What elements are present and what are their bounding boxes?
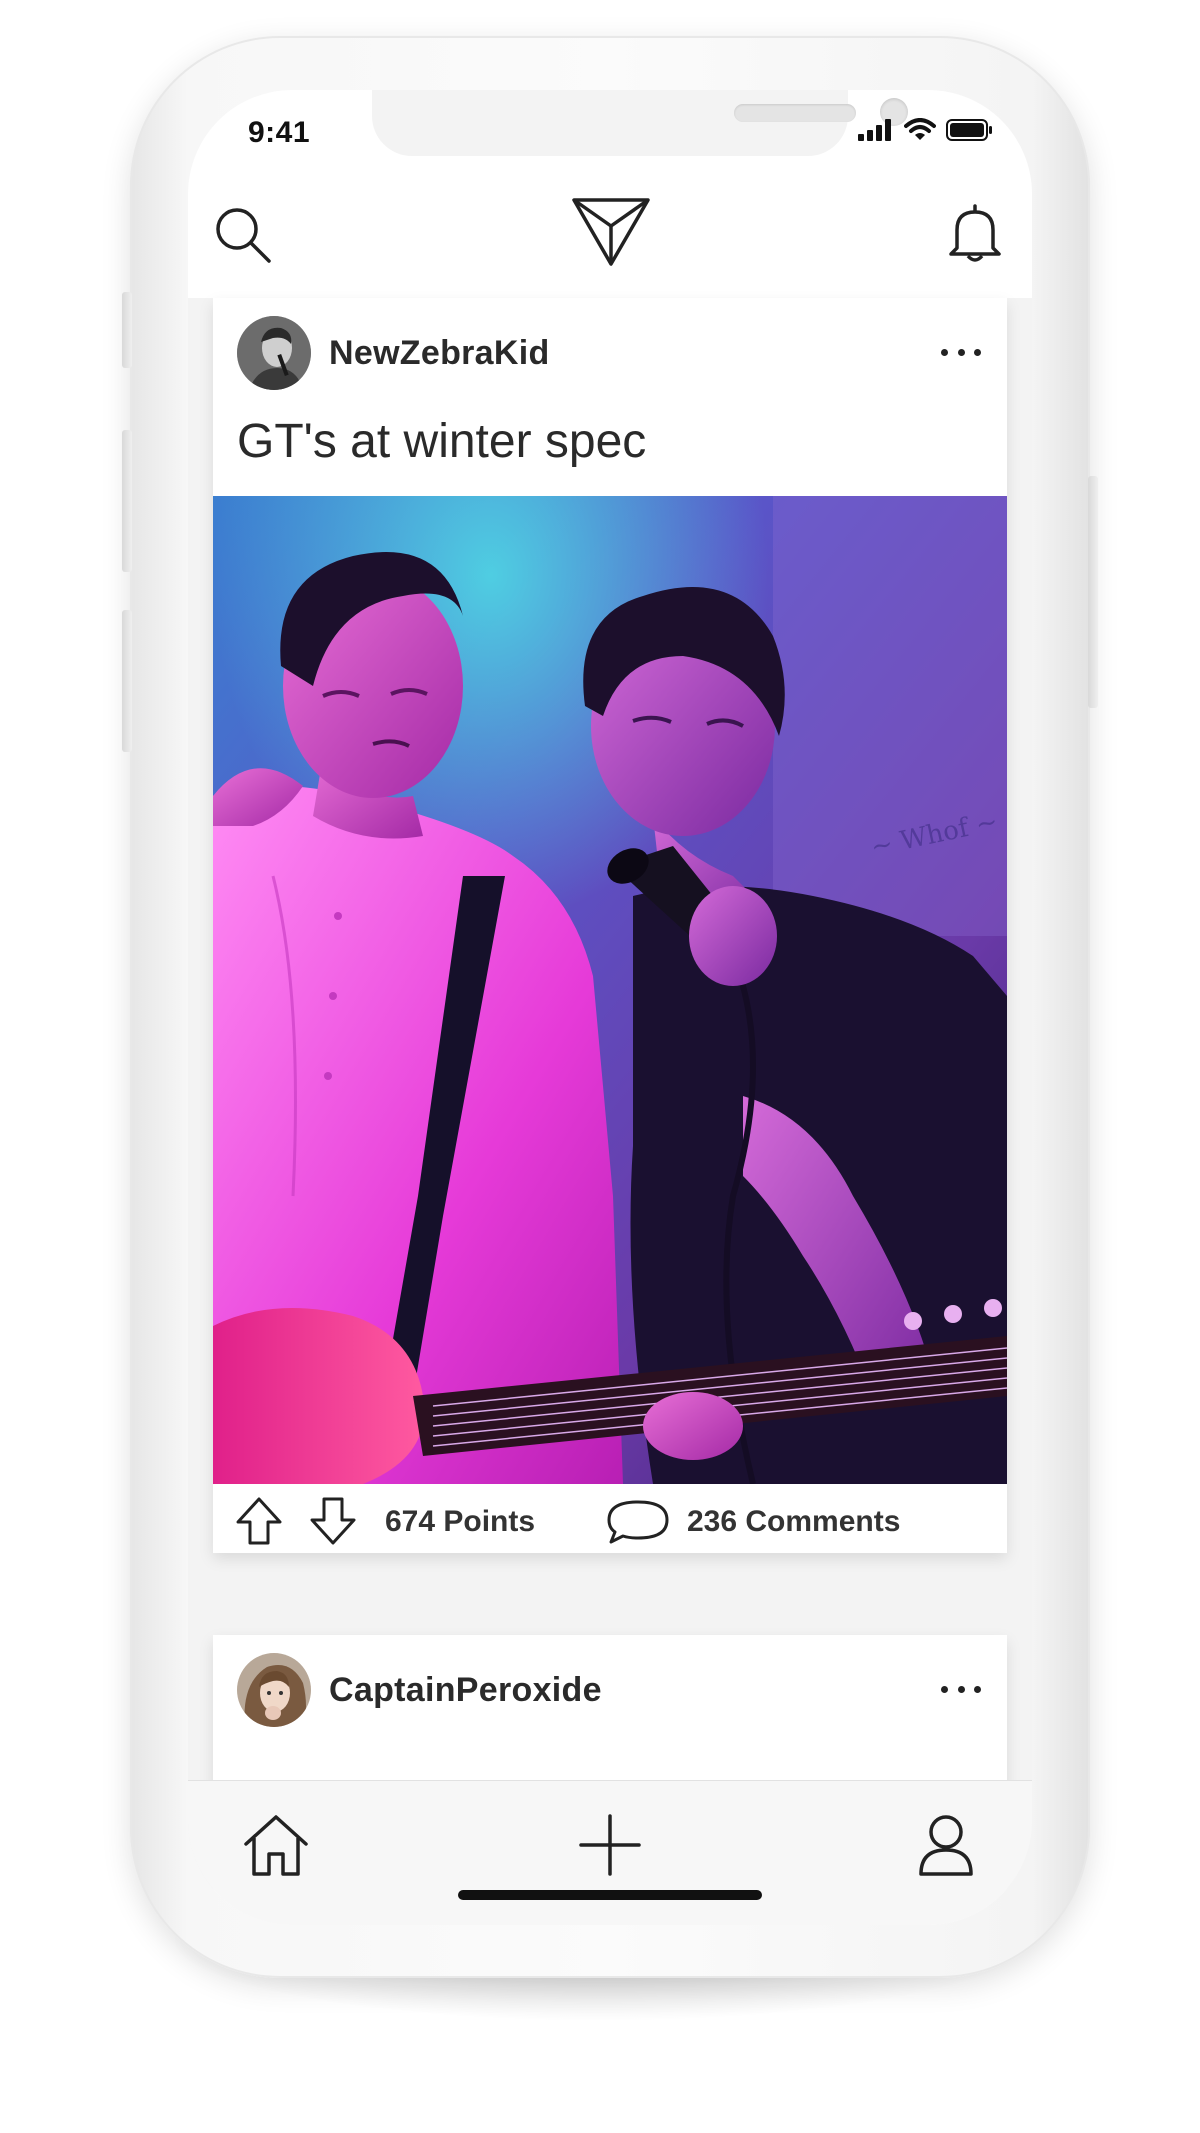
bell-icon [949, 204, 1001, 262]
post-username[interactable]: CaptainPeroxide [329, 1671, 602, 1710]
post-header: CaptainPeroxide [213, 1635, 1007, 1735]
comments-label: 236 Comments [687, 1505, 901, 1538]
top-nav-bar [188, 176, 1032, 298]
bottom-tab-bar [188, 1780, 1032, 1925]
device-mockup: 9:41 NewZebraKid GT's at winter spec ~ W… [0, 0, 1200, 2133]
triangle-logo-icon [572, 198, 650, 266]
logo-button[interactable] [570, 194, 652, 270]
avatar-photo [237, 316, 311, 390]
downvote-button[interactable] [309, 1496, 357, 1546]
comments-button[interactable]: 236 Comments [605, 1498, 900, 1546]
battery-icon [946, 119, 992, 141]
plus-icon [579, 1814, 641, 1876]
arrow-down-icon [310, 1497, 356, 1545]
post-card: NewZebraKid GT's at winter spec ~ Whof ~… [213, 298, 1007, 1553]
points-count: 674 Points [385, 1502, 535, 1542]
notifications-button[interactable] [940, 198, 1010, 268]
avatar[interactable] [237, 316, 311, 390]
tab-profile[interactable] [906, 1805, 986, 1885]
post-username[interactable]: NewZebraKid [329, 334, 550, 373]
arrow-up-icon [236, 1497, 282, 1545]
volume-up-button [122, 430, 132, 572]
status-bar: 9:41 [188, 90, 1032, 176]
wifi-icon [904, 118, 936, 140]
earpiece-speaker [734, 104, 856, 122]
post-image[interactable]: ~ Whof ~ [213, 496, 1007, 1484]
dot [957, 348, 965, 356]
tab-home[interactable] [236, 1805, 316, 1885]
post-actions: 674 Points 236 Comments [213, 1484, 1007, 1553]
post-header: NewZebraKid [213, 298, 1007, 398]
status-time: 9:41 [248, 116, 311, 149]
upvote-button[interactable] [235, 1496, 283, 1546]
notch [372, 90, 908, 156]
search-button[interactable] [208, 200, 278, 270]
status-icons [858, 118, 994, 142]
more-options-button[interactable] [941, 1679, 981, 1699]
phone-screen: 9:41 NewZebraKid GT's at winter spec ~ W… [188, 90, 1032, 1925]
tab-add-post[interactable] [570, 1805, 650, 1885]
dot [974, 1685, 981, 1693]
dot [941, 348, 948, 356]
post-title: GT's at winter spec [237, 415, 647, 468]
dot [957, 1685, 965, 1693]
points-label: 674 Points [385, 1505, 536, 1538]
power-button [1088, 476, 1098, 708]
search-icon [216, 208, 271, 263]
home-icon [244, 1815, 308, 1876]
mute-switch [122, 292, 132, 368]
avatar-photo [237, 1653, 311, 1727]
comment-bubble-icon [607, 1500, 669, 1544]
cellular-signal-icon [858, 119, 891, 141]
user-icon [919, 1815, 973, 1876]
dot [941, 1685, 948, 1693]
dot [974, 348, 981, 356]
concert-photo: ~ Whof ~ [213, 496, 1007, 1484]
more-options-button[interactable] [941, 342, 981, 362]
volume-down-button [122, 610, 132, 752]
home-indicator[interactable] [458, 1890, 762, 1900]
avatar[interactable] [237, 1653, 311, 1727]
